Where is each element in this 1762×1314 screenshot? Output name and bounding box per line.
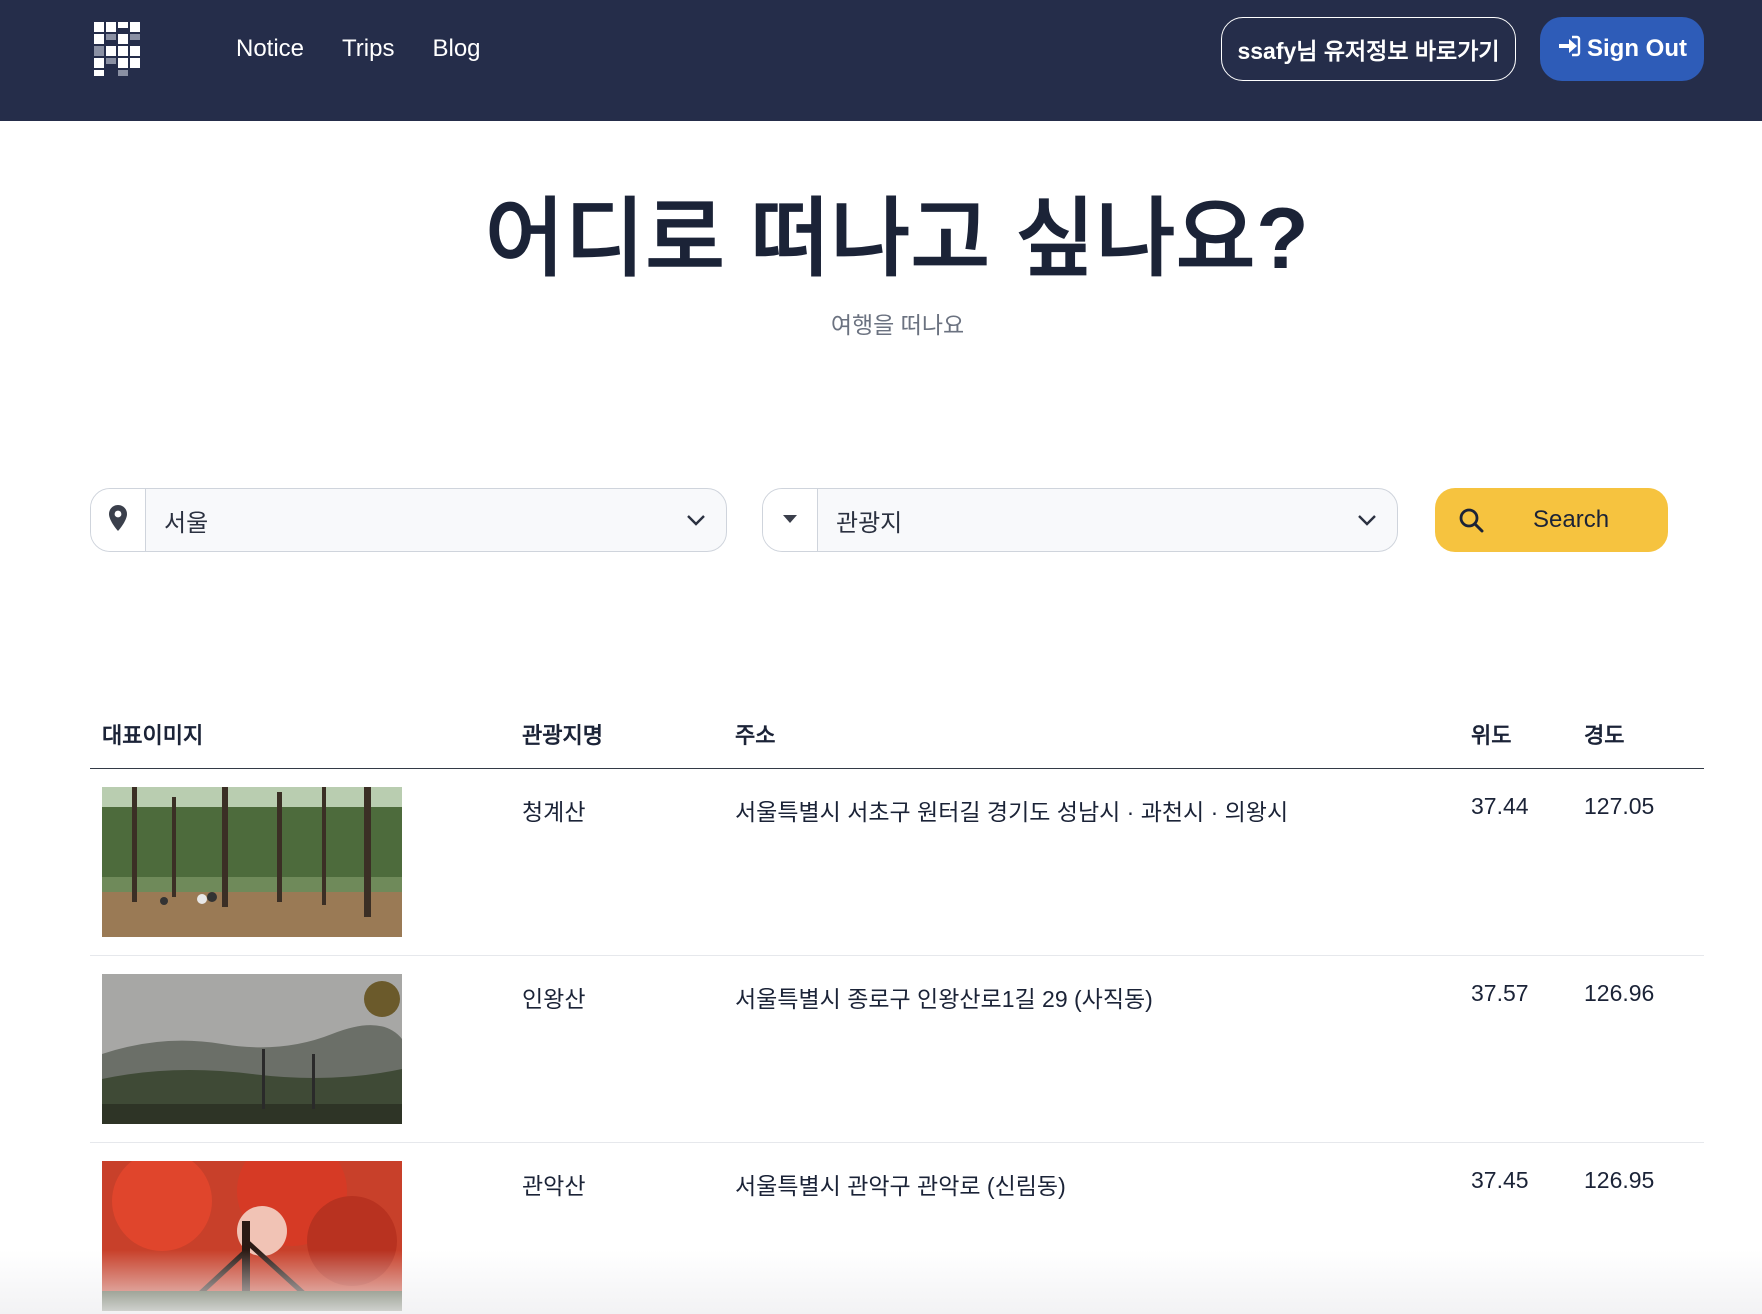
table-row[interactable]: 청계산 서울특별시 서초구 원터길 경기도 성남시 · 과천시 · 의왕시 37…: [90, 769, 1704, 956]
attractions-table: 대표이미지 관광지명 주소 위도 경도 청계산 서울특별시 서초구 원터길 경기…: [90, 700, 1704, 1314]
sign-in-arrow-icon: [1557, 35, 1581, 64]
attraction-latitude: 37.45: [1471, 1167, 1529, 1193]
search-icon: [1435, 507, 1507, 533]
navbar: Notice Trips Blog ssafy님 유저정보 바로가기 Sign …: [0, 0, 1762, 121]
page-subtitle: 여행을 떠나요: [830, 312, 965, 338]
type-addon: [763, 489, 818, 551]
logo-icon[interactable]: [92, 20, 142, 78]
nav-link-notice[interactable]: Notice: [236, 35, 304, 63]
table-header: 대표이미지 관광지명 주소 위도 경도: [90, 700, 1704, 769]
attraction-address: 서울특별시 종로구 인왕산로1길 29 (사직동): [735, 986, 1153, 1012]
attraction-latitude: 37.44: [1471, 793, 1529, 819]
attraction-thumbnail[interactable]: [102, 974, 402, 1124]
column-header-address: 주소: [735, 723, 776, 748]
region-select[interactable]: 서울: [90, 488, 727, 552]
region-addon: [91, 489, 146, 551]
chevron-down-icon: [666, 489, 726, 551]
attraction-longitude: 126.95: [1584, 1167, 1655, 1193]
page-title: 어디로 떠나고 싶나요?: [485, 191, 1310, 287]
attraction-name[interactable]: 청계산: [522, 793, 585, 827]
attraction-name[interactable]: 인왕산: [522, 980, 585, 1014]
attraction-address: 서울특별시 서초구 원터길 경기도 성남시 · 과천시 · 의왕시: [735, 799, 1289, 825]
attraction-address: 서울특별시 관악구 관악로 (신림동): [735, 1173, 1066, 1199]
attraction-name[interactable]: 관악산: [522, 1167, 585, 1201]
user-info-button[interactable]: ssafy님 유저정보 바로가기: [1221, 17, 1516, 81]
sign-out-button[interactable]: Sign Out: [1540, 17, 1704, 81]
nav-link-trips[interactable]: Trips: [342, 35, 394, 63]
main-nav: Notice Trips Blog: [236, 0, 481, 98]
nav-link-blog[interactable]: Blog: [432, 35, 480, 63]
attraction-longitude: 126.96: [1584, 980, 1655, 1006]
table-row[interactable]: 인왕산 서울특별시 종로구 인왕산로1길 29 (사직동) 37.57 126.…: [90, 956, 1704, 1143]
chevron-down-icon: [1337, 489, 1397, 551]
column-header-longitude: 경도: [1584, 723, 1625, 748]
map-pin-icon: [109, 504, 127, 536]
caret-down-icon: [782, 511, 798, 529]
type-select-value: 관광지: [836, 509, 903, 537]
column-header-latitude: 위도: [1471, 723, 1512, 748]
search-button[interactable]: Search: [1435, 488, 1668, 552]
attraction-longitude: 127.05: [1584, 793, 1655, 819]
attraction-thumbnail[interactable]: [102, 787, 402, 937]
column-header-image: 대표이미지: [102, 723, 204, 748]
search-button-label: Search: [1533, 506, 1610, 533]
attraction-latitude: 37.57: [1471, 980, 1529, 1006]
type-select[interactable]: 관광지: [762, 488, 1398, 552]
bottom-fade: [0, 1250, 1762, 1314]
sign-out-label: Sign Out: [1587, 35, 1687, 62]
column-header-name: 관광지명: [522, 723, 603, 748]
region-select-value: 서울: [164, 509, 209, 537]
